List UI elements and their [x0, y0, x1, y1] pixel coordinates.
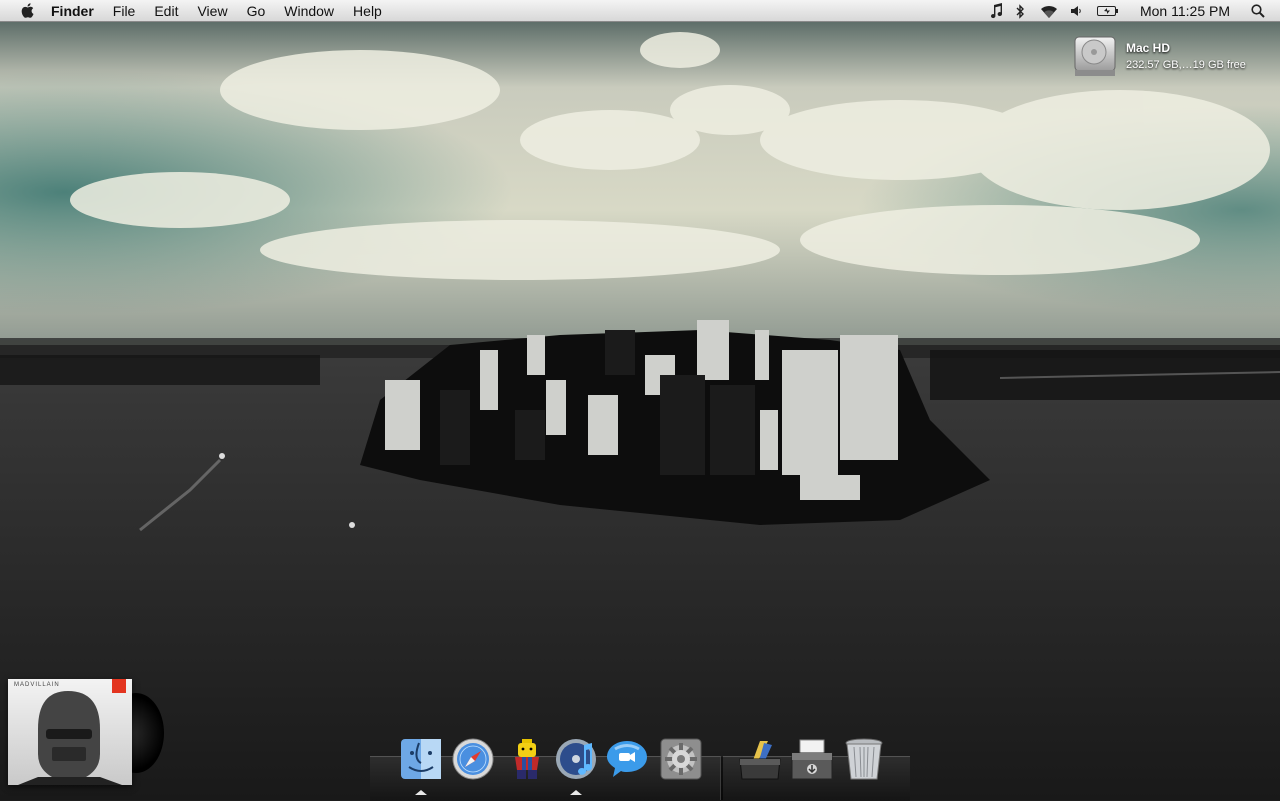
battery-icon[interactable]	[1096, 0, 1120, 22]
hard-drive-icon[interactable]	[1072, 34, 1120, 80]
ichat-icon[interactable]	[605, 737, 649, 781]
album-cover-icon[interactable]: MADVILLAIN	[8, 679, 164, 787]
applications-stack-icon[interactable]	[738, 737, 782, 781]
dock-separator	[720, 756, 723, 800]
spotlight-search-icon[interactable]	[1250, 0, 1266, 22]
lego-figure-icon[interactable]	[505, 737, 549, 781]
finder-icon[interactable]	[399, 737, 443, 781]
desktop-wallpaper	[0, 0, 1280, 800]
bluetooth-icon[interactable]	[1014, 0, 1028, 22]
itunes-running-indicator	[570, 790, 582, 795]
menu-window[interactable]: Window	[284, 3, 334, 19]
downloads-stack-icon[interactable]	[790, 737, 834, 781]
album-title-label: MADVILLAIN	[14, 682, 60, 688]
itunes-icon[interactable]	[554, 737, 598, 781]
menu-bar: Finder File Edit View Go Window Help Mon…	[0, 0, 1280, 22]
trash-icon[interactable]	[842, 737, 886, 781]
menu-clock[interactable]: Mon 11:25 PM	[1140, 3, 1230, 19]
menu-view[interactable]: View	[197, 3, 227, 19]
volume-icon[interactable]	[1068, 0, 1084, 22]
finder-running-indicator	[415, 790, 427, 795]
drive-capacity-label: 232.57 GB,…19 GB free	[1126, 59, 1246, 71]
album-cover-art: MADVILLAIN	[8, 679, 132, 785]
apple-logo-icon[interactable]	[18, 3, 36, 18]
menu-active-app[interactable]: Finder	[51, 3, 94, 19]
menu-go[interactable]: Go	[247, 3, 266, 19]
menu-file[interactable]: File	[113, 3, 136, 19]
menu-help[interactable]: Help	[353, 3, 382, 19]
menu-extras: Mon 11:25 PM	[986, 0, 1280, 22]
album-red-tag	[112, 679, 126, 693]
drive-name-label[interactable]: Mac HD	[1126, 41, 1170, 55]
menu-edit[interactable]: Edit	[154, 3, 178, 19]
wifi-icon[interactable]	[1038, 0, 1060, 22]
system-preferences-icon[interactable]	[659, 737, 703, 781]
itunes-note-icon[interactable]	[986, 0, 1006, 22]
safari-icon[interactable]	[451, 737, 495, 781]
